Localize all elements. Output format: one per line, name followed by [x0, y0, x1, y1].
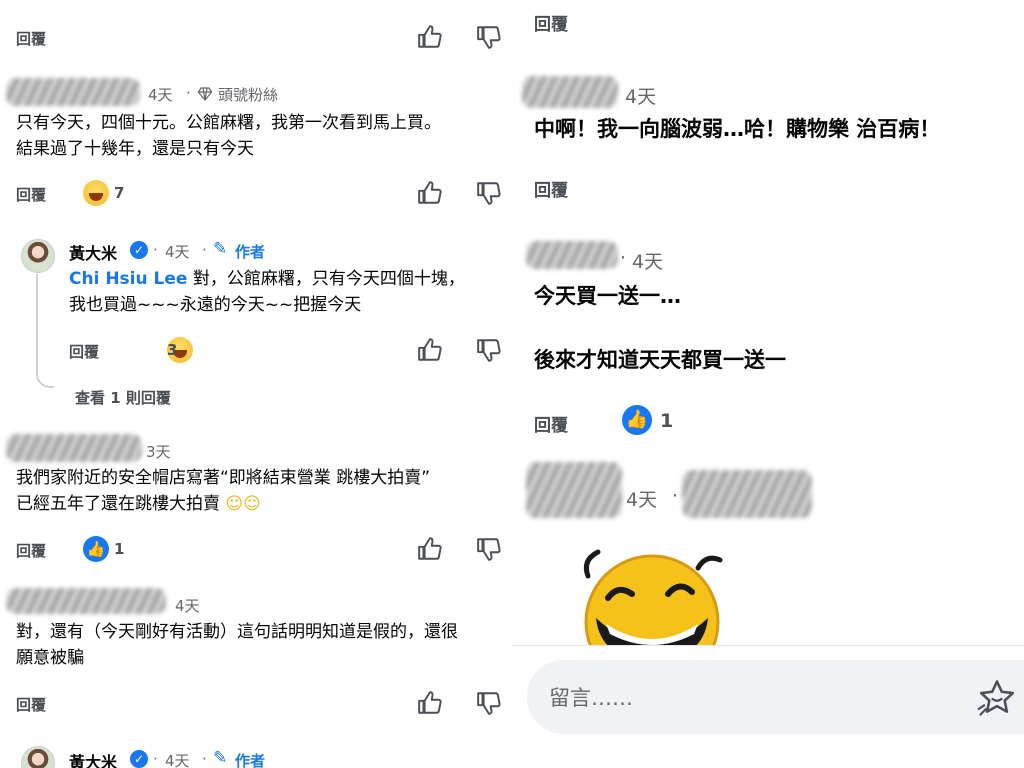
reply-button[interactable]: 回覆: [534, 411, 568, 436]
reply-button[interactable]: 回覆: [69, 341, 99, 362]
view-replies-link[interactable]: 查看 1 則回覆: [75, 387, 171, 408]
like-reaction-icon: 👍: [83, 536, 109, 562]
reply-button[interactable]: 回覆: [16, 540, 46, 561]
separator-dot: ·: [186, 84, 191, 102]
redacted-commenter-name: [6, 78, 140, 106]
avatar[interactable]: [21, 746, 55, 768]
comment-text-line: 後來才知道天天都買一送一: [534, 348, 786, 372]
thumbs-down-icon[interactable]: [476, 337, 502, 363]
comment-input-placeholder: 留言……: [549, 686, 633, 710]
separator-dot: ·: [620, 247, 627, 269]
reply-button[interactable]: 回覆: [16, 28, 46, 49]
diamond-icon: [197, 87, 213, 101]
reaction-count[interactable]: 1: [660, 410, 673, 432]
comment-text-line: 今天買一送一…: [534, 284, 681, 308]
redacted-commenter-name: [526, 241, 618, 269]
top-fan-badge: 頭號粉絲: [218, 86, 279, 104]
avatar[interactable]: [21, 239, 55, 273]
comment-time: 4天: [632, 251, 664, 273]
thumbs-up-icon[interactable]: [417, 180, 443, 206]
reply-button[interactable]: 回覆: [16, 694, 46, 715]
redacted-commenter-name: [6, 588, 166, 614]
redacted-commenter-name: [682, 470, 812, 518]
comment-time: 4天: [165, 243, 190, 261]
comment-time: 4天: [625, 86, 657, 108]
thumbs-up-icon[interactable]: [417, 690, 443, 716]
reaction-count[interactable]: 7: [114, 184, 124, 202]
laugh-sticker-icon: [583, 549, 723, 656]
comment-text-line: 結果過了十幾年，還是只有今天: [16, 139, 254, 159]
author-label: 作者: [235, 752, 266, 768]
author-label: 作者: [235, 243, 266, 261]
reply-button[interactable]: 回覆: [534, 10, 568, 35]
separator-dot: ·: [202, 750, 207, 768]
separator-dot: ·: [153, 241, 158, 259]
right-comment-panel: 回覆 4天 中啊！我一向腦波弱…哈！購物樂 治百病！ 回覆 · 4天 今天買一送…: [512, 0, 1024, 768]
comment-text-line: 已經五年了還在跳樓大拍賣 ☺☺: [16, 491, 261, 517]
reply-button[interactable]: 回覆: [16, 184, 46, 205]
redacted-commenter-name: [522, 76, 618, 108]
laugh-emoji-icon: [83, 180, 109, 206]
comment-text-line: 只有今天，四個十元。公館麻糬，我第一次看到馬上買。: [16, 113, 441, 133]
separator-dot: ·: [202, 241, 207, 259]
reaction-count[interactable]: 3: [167, 341, 177, 359]
laugh-emoji-icon: ☺: [225, 494, 244, 514]
comment-text-line: 中啊！我一向腦波弱…哈！購物樂 治百病！: [534, 117, 941, 141]
rofl-emoji-icon: ☺: [243, 494, 261, 514]
verified-icon: ✓: [130, 241, 148, 259]
thumbs-up-icon[interactable]: [417, 536, 443, 562]
comment-text-line: 願意被騙: [16, 648, 84, 668]
comment-text-line: 我們家附近的安全帽店寫著“即將結束營業 跳樓大拍賣”: [16, 468, 431, 488]
pencil-icon: ✎: [213, 748, 228, 768]
comment-time: 4天: [175, 597, 200, 615]
left-comment-panel: 回覆 4天 · 頭號粉絲 只有今天，四個十元。公館麻糬，我第一次看到馬上買。 結…: [0, 0, 512, 768]
mention-link[interactable]: Chi Hsiu Lee: [69, 269, 187, 289]
comment-time: 4天: [626, 489, 658, 511]
pencil-icon: ✎: [213, 239, 228, 259]
comment-text: 對，公館麻糬，只有今天四個十塊，: [192, 269, 465, 289]
reply-thread-line: [36, 274, 54, 388]
thumbs-down-icon[interactable]: [476, 690, 502, 716]
thumbs-up-icon[interactable]: [417, 24, 443, 50]
comment-text-line: 對，還有（今天剛好有活動）這句話明明知道是假的，還很: [16, 622, 458, 642]
commenter-name[interactable]: 黃大米: [69, 749, 117, 768]
redacted-commenter-name: [526, 462, 622, 518]
thumbs-down-icon[interactable]: [476, 180, 502, 206]
comment-input[interactable]: 留言……: [527, 660, 1024, 734]
reaction-count[interactable]: 1: [114, 540, 124, 558]
verified-icon: ✓: [130, 750, 148, 768]
comment-text: 已經五年了還在跳樓大拍賣: [16, 494, 220, 514]
separator-dot: ·: [153, 750, 158, 768]
comment-time: 4天: [148, 86, 173, 104]
commenter-name[interactable]: 黃大米: [69, 240, 117, 264]
thumbs-down-icon[interactable]: [476, 536, 502, 562]
redacted-commenter-name: [6, 434, 142, 462]
reply-button[interactable]: 回覆: [534, 176, 568, 201]
like-reaction-icon: 👍: [622, 405, 652, 435]
comment-text-line: Chi Hsiu Lee 對，公館麻糬，只有今天四個十塊，: [69, 266, 465, 292]
separator-dot: ·: [672, 485, 679, 507]
thumbs-down-icon[interactable]: [476, 24, 502, 50]
sticker-icon[interactable]: [975, 676, 1019, 720]
comment-text-line: 我也買過~~~永遠的今天~~把握今天: [69, 295, 362, 315]
comment-time: 4天: [165, 752, 190, 768]
comment-time: 3天: [146, 443, 171, 461]
thumbs-up-icon[interactable]: [417, 337, 443, 363]
